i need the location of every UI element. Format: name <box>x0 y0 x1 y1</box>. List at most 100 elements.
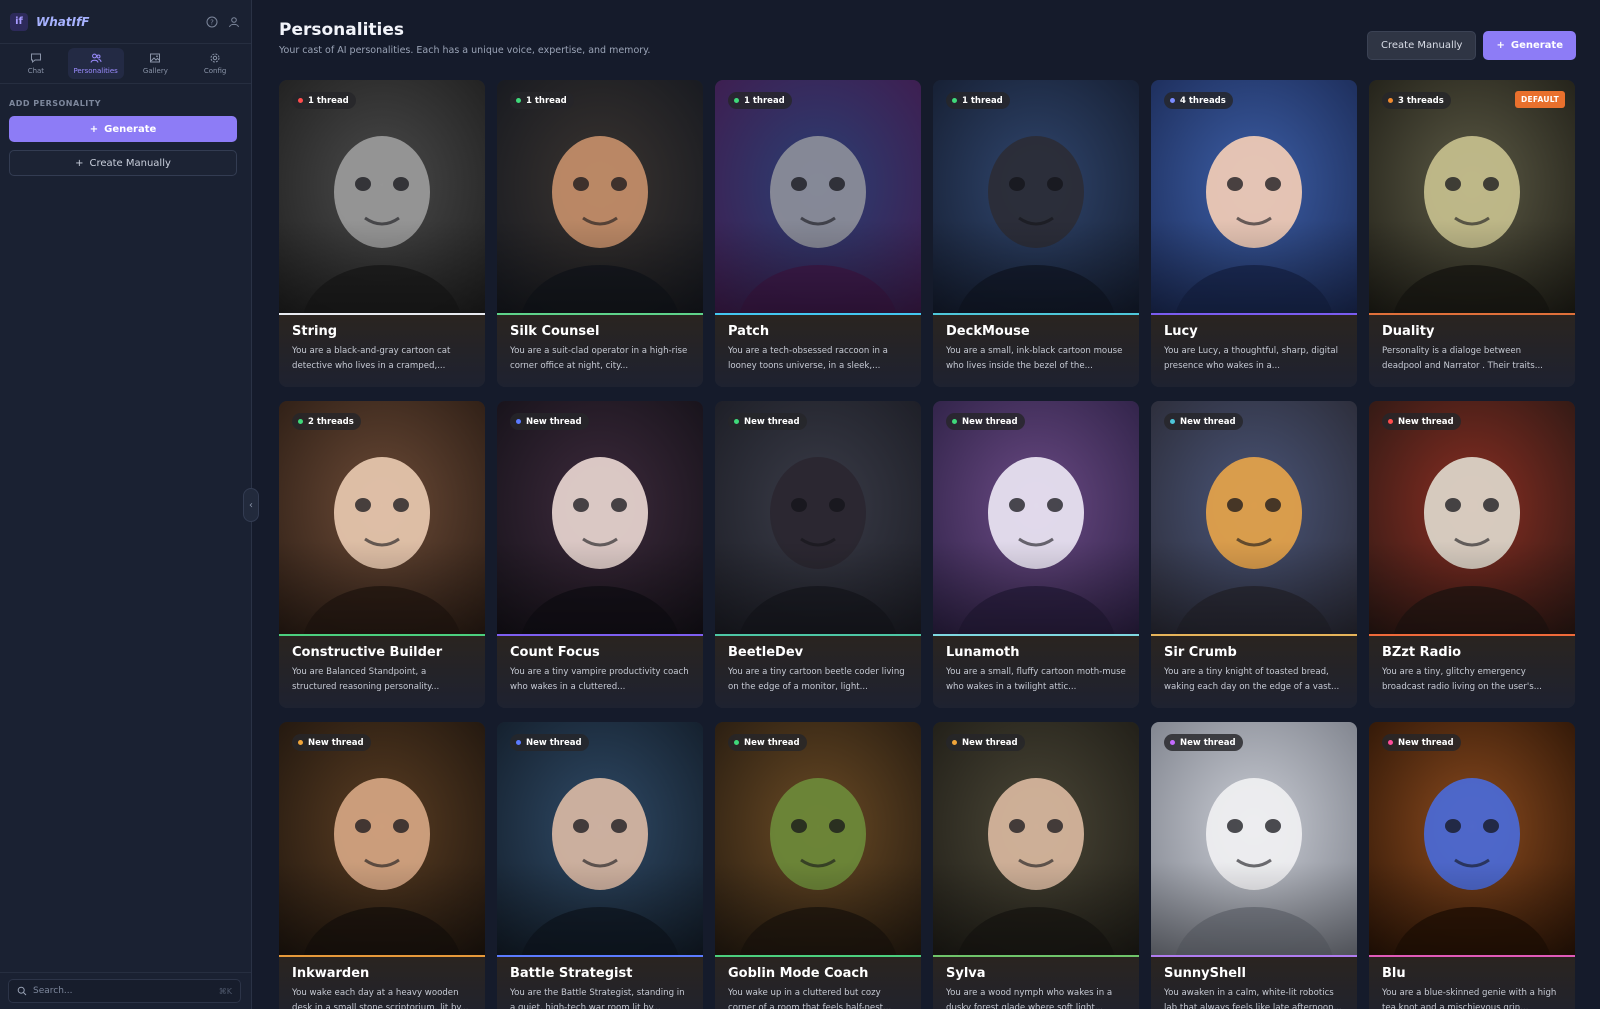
status-dot <box>734 740 739 745</box>
personality-avatar <box>1151 722 1357 955</box>
thread-count: New thread <box>962 416 1018 427</box>
svg-text:?: ? <box>210 18 214 26</box>
header-actions: Create Manually + Generate <box>1367 31 1576 60</box>
sidebar-generate-button[interactable]: + Generate <box>9 116 237 142</box>
personality-avatar <box>1369 80 1575 313</box>
personality-name: Patch <box>728 324 770 339</box>
sidebar-divider <box>0 972 251 973</box>
personality-avatar <box>933 80 1139 313</box>
personality-avatar <box>1151 80 1357 313</box>
sidebar-create-manually-button[interactable]: + Create Manually <box>9 150 237 176</box>
add-personality-heading: ADD PERSONALITY <box>9 99 102 108</box>
personality-name: Battle Strategist <box>510 966 633 981</box>
nav-item-gallery[interactable]: Gallery <box>128 48 184 79</box>
generate-button[interactable]: + Generate <box>1483 31 1576 60</box>
nav-item-personalities[interactable]: Personalities <box>67 48 124 79</box>
search-icon <box>17 986 27 996</box>
personality-card[interactable]: New thread Lunamoth You are a small, flu… <box>933 401 1139 708</box>
personality-name: BeetleDev <box>728 645 804 660</box>
personality-description: You are a black-and-gray cartoon cat det… <box>292 346 451 371</box>
thread-badge: New thread <box>510 413 589 430</box>
thread-badge: New thread <box>1382 734 1461 751</box>
personality-description: You are a blue-skinned genie with a high… <box>1382 988 1557 1009</box>
personality-name: Lunamoth <box>946 645 1020 660</box>
personality-card[interactable]: 1 thread Silk Counsel You are a suit-cla… <box>497 80 703 387</box>
personality-card[interactable]: New thread Battle Strategist You are the… <box>497 722 703 1009</box>
personality-card[interactable]: 1 thread String You are a black-and-gray… <box>279 80 485 387</box>
thread-count: New thread <box>962 737 1018 748</box>
nav-item-config[interactable]: Config <box>187 48 243 79</box>
thread-count: New thread <box>526 737 582 748</box>
nav-label: Personalities <box>73 67 118 75</box>
personality-name: Sylva <box>946 966 986 981</box>
status-dot <box>1170 740 1175 745</box>
users-icon <box>90 53 102 63</box>
card-body: Lunamoth You are a small, fluffy cartoon… <box>933 636 1139 708</box>
personality-card[interactable]: 2 threads Constructive Builder You are B… <box>279 401 485 708</box>
personality-name: Lucy <box>1164 324 1198 339</box>
page-subtitle: Your cast of AI personalities. Each has … <box>279 45 651 56</box>
personality-avatar <box>933 401 1139 634</box>
status-dot <box>952 419 957 424</box>
personality-name: BZzt Radio <box>1382 645 1462 660</box>
personality-description: You are a tech-obsessed raccoon in a loo… <box>728 346 888 371</box>
card-body: Patch You are a tech-obsessed raccoon in… <box>715 315 921 387</box>
personality-card[interactable]: 1 thread DeckMouse You are a small, ink-… <box>933 80 1139 387</box>
personality-name: Inkwarden <box>292 966 370 981</box>
nav-item-chat[interactable]: Chat <box>8 48 64 79</box>
status-dot <box>516 98 521 103</box>
card-body: Sylva You are a wood nymph who wakes in … <box>933 957 1139 1009</box>
card-body: Constructive Builder You are Balanced St… <box>279 636 485 708</box>
create-manually-button[interactable]: Create Manually <box>1367 31 1477 60</box>
personality-card[interactable]: New thread SunnyShell You awaken in a ca… <box>1151 722 1357 1009</box>
personality-avatar <box>1151 401 1357 634</box>
status-dot <box>1388 740 1393 745</box>
card-body: DeckMouse You are a small, ink-black car… <box>933 315 1139 387</box>
personality-card[interactable]: New thread Sir Crumb You are a tiny knig… <box>1151 401 1357 708</box>
personality-avatar <box>715 80 921 313</box>
status-dot <box>1170 419 1175 424</box>
personality-card[interactable]: New thread Blu You are a blue-skinned ge… <box>1369 722 1575 1009</box>
status-dot <box>1170 98 1175 103</box>
personality-avatar <box>497 80 703 313</box>
sidebar-create-label: Create Manually <box>89 157 171 169</box>
status-dot <box>1388 419 1393 424</box>
personality-card[interactable]: New thread Count Focus You are a tiny va… <box>497 401 703 708</box>
status-dot <box>1388 98 1393 103</box>
card-body: Blu You are a blue-skinned genie with a … <box>1369 957 1575 1009</box>
personality-description: You are a tiny knight of toasted bread, … <box>1164 667 1340 692</box>
main-content: Personalities Your cast of AI personalit… <box>252 0 1600 1009</box>
personality-avatar <box>1369 401 1575 634</box>
thread-badge: 1 thread <box>728 92 792 109</box>
personality-card[interactable]: New thread BZzt Radio You are a tiny, gl… <box>1369 401 1575 708</box>
personality-grid: 1 thread String You are a black-and-gray… <box>279 80 1575 1009</box>
personality-name: String <box>292 324 338 339</box>
thread-badge: New thread <box>728 734 807 751</box>
personality-card[interactable]: 4 threads Lucy You are Lucy, a thoughtfu… <box>1151 80 1357 387</box>
personality-description: You wake up in a cluttered but cozy corn… <box>728 988 892 1009</box>
sidebar-search[interactable]: Search... ⌘K <box>8 979 241 1003</box>
help-icon[interactable]: ? <box>205 15 219 29</box>
personality-card[interactable]: New thread BeetleDev You are a tiny cart… <box>715 401 921 708</box>
personality-description: You are a tiny vampire productivity coac… <box>510 667 689 692</box>
nav-label: Gallery <box>142 67 168 75</box>
plus-icon: + <box>75 157 84 169</box>
personality-card[interactable]: 3 threads DEFAULT Duality Personality is… <box>1369 80 1575 387</box>
page-title: Personalities <box>279 20 405 40</box>
status-dot <box>298 98 303 103</box>
personality-description: You are Lucy, a thoughtful, sharp, digit… <box>1164 346 1338 371</box>
personality-card[interactable]: New thread Goblin Mode Coach You wake up… <box>715 722 921 1009</box>
thread-badge: New thread <box>1164 413 1243 430</box>
thread-count: New thread <box>1180 737 1236 748</box>
personality-card[interactable]: New thread Sylva You are a wood nymph wh… <box>933 722 1139 1009</box>
personality-name: Sir Crumb <box>1164 645 1237 660</box>
personality-name: DeckMouse <box>946 324 1030 339</box>
personality-card[interactable]: 1 thread Patch You are a tech-obsessed r… <box>715 80 921 387</box>
thread-badge: New thread <box>946 734 1025 751</box>
app-logo-icon[interactable]: if <box>10 12 28 31</box>
user-icon[interactable] <box>227 15 241 29</box>
personality-card[interactable]: New thread Inkwarden You wake each day a… <box>279 722 485 1009</box>
search-input[interactable]: Search... <box>33 986 73 996</box>
thread-count: 1 thread <box>962 95 1003 106</box>
personality-name: Goblin Mode Coach <box>728 966 869 981</box>
